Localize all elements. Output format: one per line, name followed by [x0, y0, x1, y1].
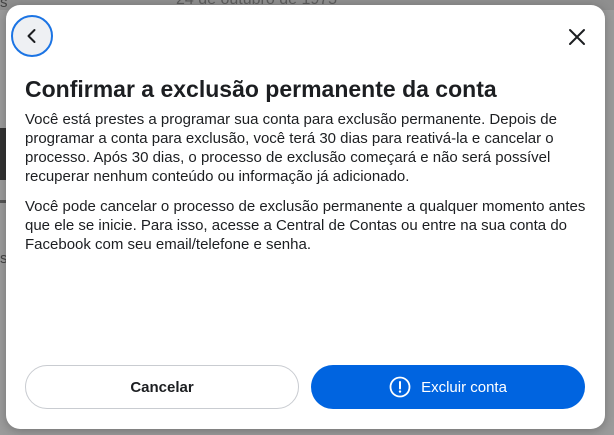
dialog-paragraph-cancel-info: Você pode cancelar o processo de exclusã…: [25, 198, 586, 253]
delete-account-button-label: Excluir conta: [421, 378, 507, 396]
dialog-paragraph-schedule: Você está prestes a programar sua conta …: [25, 111, 557, 185]
cancel-button[interactable]: Cancelar: [25, 365, 299, 409]
alert-circle-icon: [389, 376, 411, 398]
cancel-button-label: Cancelar: [130, 378, 194, 396]
dialog-title: Confirmar a exclusão permanente da conta: [25, 76, 497, 102]
delete-account-dialog: Confirmar a exclusão permanente da conta…: [6, 5, 605, 429]
delete-account-button[interactable]: Excluir conta: [311, 365, 585, 409]
chevron-left-icon: [27, 29, 36, 43]
background-side-text: s: [0, 0, 8, 11]
close-button[interactable]: [563, 23, 591, 51]
close-icon: [569, 29, 585, 45]
back-button[interactable]: [11, 15, 53, 57]
